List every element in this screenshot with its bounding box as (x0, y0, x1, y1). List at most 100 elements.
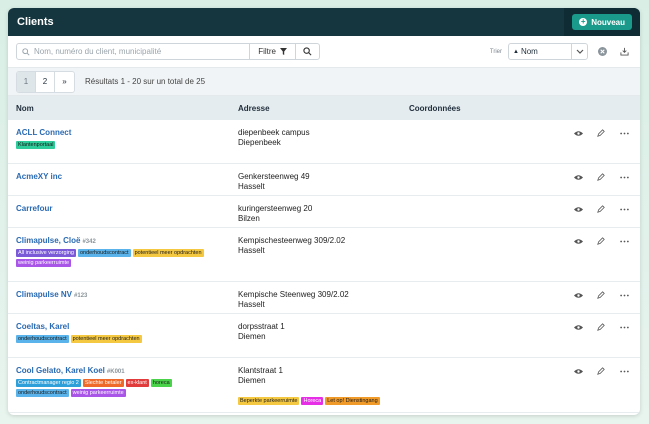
client-name: Carrefour (16, 204, 53, 213)
toolbar: Nom, numéro du client, municipalité Filt… (8, 36, 640, 68)
filter-button[interactable]: Filtre (249, 44, 295, 59)
address-street: Kempische Steenweg 309/2.02 (238, 290, 349, 299)
search-placeholder: Nom, numéro du client, municipalité (34, 47, 162, 56)
search-input[interactable]: Nom, numéro du client, municipalité (17, 44, 249, 59)
view-icon[interactable] (573, 322, 583, 332)
page-1-button[interactable]: 1 (17, 71, 36, 92)
next-page-button[interactable]: » (55, 72, 74, 92)
client-tag: potentieel meer opdrachten (70, 335, 142, 343)
edit-icon[interactable] (596, 128, 606, 138)
address-tag: Horeca (301, 397, 324, 405)
table-row[interactable]: Carrefour kuringersteenweg 20 Bilzen (8, 196, 640, 228)
edit-icon[interactable] (596, 366, 606, 376)
client-name-link[interactable]: Cool Gelato, Karel Koel #K001 (16, 366, 125, 375)
column-coords[interactable]: Coordonnées (409, 104, 461, 113)
client-name-link[interactable]: Coeltas, Karel (16, 322, 69, 331)
address-city: Hasselt (238, 246, 265, 255)
new-client-button[interactable]: + Nouveau (572, 14, 632, 30)
row-actions (573, 172, 629, 182)
table-row[interactable]: Coeltas, Karel dorpsstraat 1 Diemen onderho… (8, 314, 640, 358)
view-icon[interactable] (573, 236, 583, 246)
client-tags: All inclusive verzorging onderhoudscontra… (16, 249, 226, 267)
client-name-link[interactable]: AcmeXY inc (16, 172, 62, 181)
client-name-link[interactable]: Carrefour (16, 204, 52, 213)
download-icon (619, 47, 629, 56)
client-name: Coeltas, Karel (16, 322, 70, 331)
client-tag: onderhoudscontract (16, 335, 69, 343)
edit-icon[interactable] (596, 172, 606, 182)
more-icon[interactable] (619, 366, 629, 376)
more-icon[interactable] (619, 128, 629, 138)
row-actions (573, 366, 629, 376)
sort-select[interactable]: ▲ Nom (508, 43, 588, 60)
address-street: diepenbeek campus (238, 128, 310, 137)
address-street: kuringersteenweg 20 (238, 204, 313, 213)
address-city: Diemen (238, 376, 266, 385)
sort-value-text: Nom (520, 47, 538, 56)
table-header: Nom Adresse Coordonnées (8, 96, 640, 120)
search-icon (303, 47, 312, 56)
page-2-button[interactable]: 2 (36, 71, 55, 92)
search-bar: Nom, numéro du client, municipalité Filt… (16, 43, 320, 60)
client-name-link[interactable]: Climapulse, Cloë #342 (16, 236, 96, 245)
view-icon[interactable] (573, 366, 583, 376)
search-button[interactable] (295, 44, 319, 59)
more-icon[interactable] (619, 204, 629, 214)
address-city: Diepenbeek (238, 138, 281, 147)
client-tag: onderhoudscontract (16, 389, 69, 397)
table-row[interactable]: Climapulse NV #123 Kempische Steenweg 309/… (8, 282, 640, 314)
view-icon[interactable] (573, 172, 583, 182)
address-street: Klantstraat 1 (238, 366, 283, 375)
filter-label: Filtre (258, 47, 276, 56)
row-actions (573, 236, 629, 246)
table-body: ACLL Connect diepenbeek campus Diepenbeek K… (8, 120, 640, 413)
address-city: Hasselt (238, 300, 265, 309)
pagination: 1 2 » (16, 70, 75, 93)
edit-icon[interactable] (596, 322, 606, 332)
client-tags: Klantenportaal (16, 141, 226, 149)
more-icon[interactable] (619, 322, 629, 332)
address-tag: Beperkte parkeerruimte (238, 397, 300, 405)
client-tags: Contractmanager regio 2 Slechte betaler ex… (16, 379, 226, 397)
column-address[interactable]: Adresse (238, 104, 270, 113)
edit-icon[interactable] (596, 290, 606, 300)
client-tags: onderhoudscontract potentieel meer opdrac… (16, 335, 226, 343)
chevron-down-icon (571, 44, 587, 59)
more-icon[interactable] (619, 172, 629, 182)
edit-icon[interactable] (596, 236, 606, 246)
client-name-link[interactable]: Climapulse NV #123 (16, 290, 87, 299)
row-actions (573, 128, 629, 138)
row-actions (573, 290, 629, 300)
sort-value: ▲ Nom (509, 44, 571, 59)
view-icon[interactable] (573, 204, 583, 214)
clear-sort-button[interactable] (594, 44, 610, 60)
export-button[interactable] (616, 44, 632, 60)
clients-panel: Clients + Nouveau Nom, numéro du client,… (8, 8, 640, 415)
new-button-label: Nouveau (591, 17, 625, 27)
table-row[interactable]: Cool Gelato, Karel Koel #K001 Klantstraat … (8, 358, 640, 413)
page-title: Clients (17, 16, 54, 28)
address-tag: Let op! Dienstingang (325, 397, 380, 405)
table-row[interactable]: Climapulse, Cloë #342 Kempischesteenweg 30… (8, 228, 640, 282)
more-icon[interactable] (619, 290, 629, 300)
address-street: Genkersteenweg 49 (238, 172, 310, 181)
row-actions (573, 204, 629, 214)
client-name: Climapulse NV (16, 290, 73, 299)
table-row[interactable]: ACLL Connect diepenbeek campus Diepenbeek K… (8, 120, 640, 164)
column-name[interactable]: Nom (16, 104, 34, 113)
row-actions (573, 322, 629, 332)
table-row[interactable]: AcmeXY inc Genkersteenweg 49 Hasselt (8, 164, 640, 196)
address-city: Bilzen (238, 214, 260, 223)
client-name-link[interactable]: ACLL Connect (16, 128, 71, 137)
more-icon[interactable] (619, 236, 629, 246)
client-number: #342 (82, 239, 96, 245)
client-address: kuringersteenweg 20 Bilzen (238, 204, 312, 224)
client-tag: onderhoudscontract (77, 249, 131, 257)
address-city: Hasselt (238, 182, 265, 191)
client-number: #K001 (106, 369, 125, 375)
view-icon[interactable] (573, 128, 583, 138)
view-icon[interactable] (573, 290, 583, 300)
address-tags: Beperkte parkeerruimte Horeca Let op! Dien… (238, 397, 380, 405)
sort-area: Trier ▲ Nom (490, 43, 632, 60)
edit-icon[interactable] (596, 204, 606, 214)
